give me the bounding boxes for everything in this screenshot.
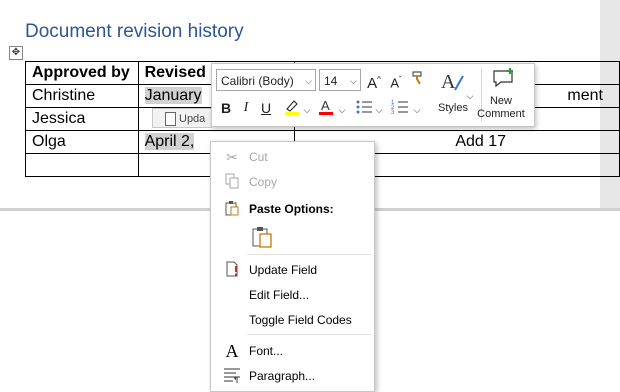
font-name-value: Calibri (Body) xyxy=(221,74,294,88)
menu-item-toggle-field-codes[interactable]: Toggle Field Codes xyxy=(211,308,374,332)
context-menu: ✂ Cut Copy Paste Options: Update Field E… xyxy=(210,141,375,392)
format-painter-icon[interactable] xyxy=(409,70,427,90)
shrink-font-icon[interactable]: Aˇ xyxy=(387,70,405,90)
styles-icon[interactable]: A xyxy=(438,68,468,93)
svg-text:A: A xyxy=(441,71,456,93)
svg-text:A: A xyxy=(321,98,330,113)
table-cell[interactable] xyxy=(25,153,139,177)
menu-item-font[interactable]: A Font... xyxy=(211,339,374,363)
menu-item-label: Cut xyxy=(249,150,268,164)
new-comment-button-label[interactable]: New Comment xyxy=(474,95,528,121)
menu-item-label: Toggle Field Codes xyxy=(249,313,352,327)
menu-separator xyxy=(247,254,371,255)
chevron-down-icon: ⌵ xyxy=(305,76,312,86)
paste-options-label: Paste Options: xyxy=(249,202,334,216)
chevron-down-icon[interactable]: ⌵ xyxy=(464,86,476,106)
menu-item-label: Edit Field... xyxy=(249,288,310,302)
field-tag-label: Upda xyxy=(179,113,206,125)
font-size-box[interactable]: 14 ⌵ xyxy=(319,69,361,91)
menu-item-label: Update Field xyxy=(249,263,318,277)
paragraph-icon: ¶ xyxy=(223,367,241,385)
update-field-icon xyxy=(165,112,176,127)
bold-icon[interactable]: B xyxy=(218,98,234,118)
new-comment-icon[interactable] xyxy=(490,68,516,88)
mini-toolbar: Calibri (Body) ⌵ 14 ⌵ A^ Aˇ A Styles New C… xyxy=(211,63,535,127)
svg-text:3: 3 xyxy=(391,110,395,116)
menu-item-label: Copy xyxy=(249,175,278,189)
chevron-down-icon[interactable]: ⌵ xyxy=(337,100,347,120)
document-heading: Document revision history xyxy=(25,21,244,42)
menu-item-edit-field[interactable]: Edit Field... xyxy=(211,283,374,307)
chevron-down-icon[interactable]: ⌵ xyxy=(374,100,384,120)
svg-text:¶: ¶ xyxy=(234,375,239,383)
font-color-icon[interactable]: A xyxy=(316,98,336,118)
bullets-icon[interactable] xyxy=(354,98,374,118)
paste-keep-text-icon[interactable] xyxy=(251,226,273,248)
table-cell[interactable]: Jessica xyxy=(25,107,139,131)
underline-icon[interactable]: U xyxy=(258,98,274,118)
menu-item-cut[interactable]: ✂ Cut xyxy=(211,145,374,169)
table-cell[interactable]: Olga xyxy=(25,130,139,154)
scissors-icon: ✂ xyxy=(226,149,238,165)
font-size-value: 14 xyxy=(324,74,338,88)
cell-text: Add 17 xyxy=(455,133,507,150)
font-icon: A xyxy=(225,341,239,361)
field-update-tag[interactable]: Upda xyxy=(152,108,212,128)
cell-text: ment xyxy=(567,87,603,104)
date-field-value[interactable]: April 2, xyxy=(144,133,195,150)
clipboard-icon xyxy=(223,200,241,218)
paste-options-header: Paste Options: xyxy=(211,197,374,221)
numbering-icon[interactable]: 123 xyxy=(390,98,410,118)
date-field-value[interactable]: January xyxy=(144,87,202,104)
update-field-icon xyxy=(223,261,241,279)
grow-font-icon[interactable]: A^ xyxy=(365,70,383,92)
highlight-color-icon[interactable] xyxy=(282,98,302,118)
chevron-down-icon[interactable]: ⌵ xyxy=(412,100,422,120)
menu-separator xyxy=(247,334,371,335)
italic-icon[interactable]: I xyxy=(238,98,254,118)
chevron-down-icon[interactable]: ⌵ xyxy=(302,100,312,120)
menu-item-paragraph[interactable]: ¶ Paragraph... xyxy=(211,364,374,388)
font-name-box[interactable]: Calibri (Body) ⌵ xyxy=(216,69,316,91)
table-header-cell[interactable]: Approved by xyxy=(25,61,139,85)
copy-icon xyxy=(223,173,241,191)
menu-item-copy[interactable]: Copy xyxy=(211,170,374,194)
chevron-down-icon: ⌵ xyxy=(350,76,357,86)
table-cell[interactable]: Christine xyxy=(25,84,139,108)
menu-item-label: Font... xyxy=(249,344,284,358)
menu-item-label: Paragraph... xyxy=(249,369,316,383)
menu-item-update-field[interactable]: Update Field xyxy=(211,258,374,282)
table-move-handle-icon[interactable]: ✥ xyxy=(9,46,23,60)
